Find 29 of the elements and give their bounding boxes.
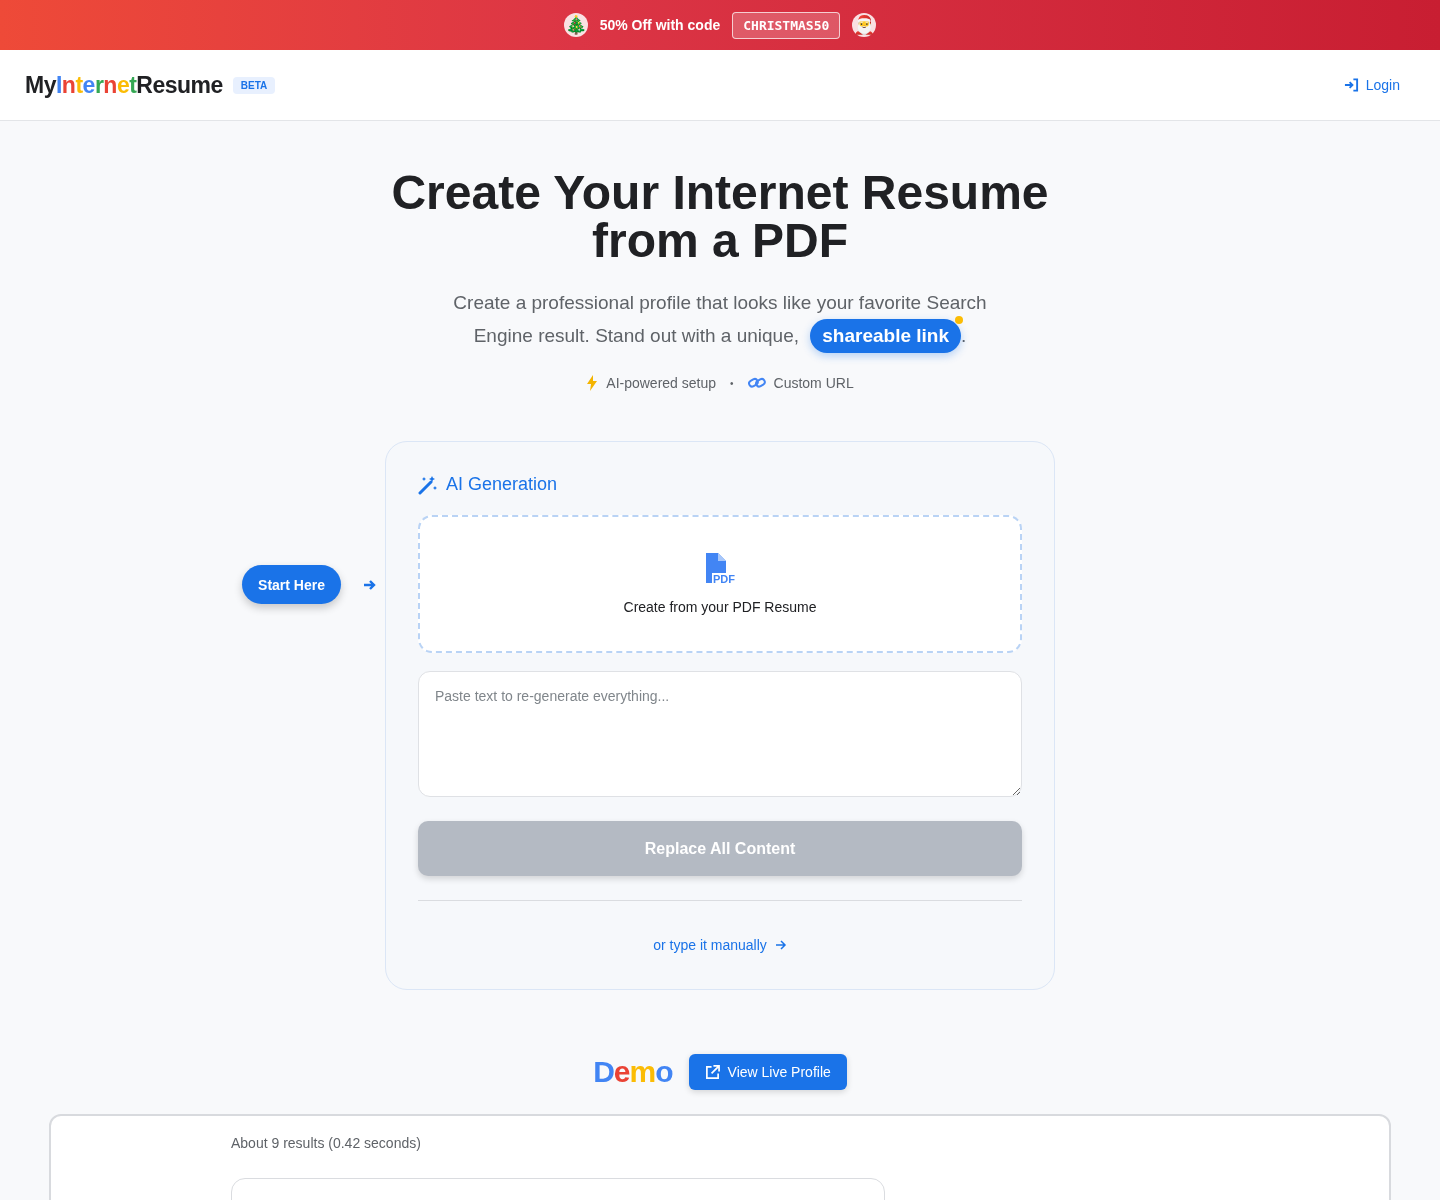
- login-link[interactable]: Login: [1343, 77, 1400, 93]
- feature-text: AI-powered setup: [606, 375, 717, 391]
- login-icon: [1343, 78, 1359, 92]
- beta-badge: BETA: [232, 76, 276, 94]
- paste-text-field[interactable]: Paste text to re-generate everything...: [418, 671, 1022, 797]
- view-live-profile-button[interactable]: View Live Profile: [688, 1054, 847, 1090]
- arrow-right-icon: [774, 940, 787, 950]
- arrow-right-icon: [363, 578, 377, 591]
- pdf-upload-area[interactable]: PDF Create from your PDF Resume: [418, 515, 1022, 653]
- type-manually-link[interactable]: or type it manually: [653, 937, 787, 953]
- lightning-icon: [586, 375, 599, 391]
- promo-text: 50% Off with code: [599, 17, 721, 33]
- demo-heading: Demo: [593, 1055, 673, 1089]
- link-icon: [747, 376, 766, 390]
- shareable-link-pill: shareable link: [810, 319, 962, 353]
- external-link-icon: [704, 1064, 720, 1080]
- hero-title: Create Your Internet Resume from a PDF: [390, 169, 1050, 265]
- magic-wand-icon: [418, 474, 438, 495]
- santa-icon: 🎅: [852, 13, 877, 37]
- tree-icon: 🎄: [563, 13, 588, 37]
- separator-dot: •: [730, 377, 734, 389]
- hero-subtitle: Create a professional profile that looks like your favorite Search Engine result. Stand out with a unique, shareable link .: [435, 287, 1005, 353]
- start-here-button[interactable]: Start Here: [242, 565, 341, 604]
- feature-text: Custom URL: [773, 375, 854, 391]
- logo[interactable]: MyInternetResume: [25, 71, 223, 99]
- promo-code: CHRISTMAS50: [732, 11, 841, 39]
- upload-label: Create from your PDF Resume: [623, 599, 817, 615]
- card-title: AI Generation: [446, 474, 558, 495]
- results-count: About 9 results (0.42 seconds): [231, 1135, 421, 1151]
